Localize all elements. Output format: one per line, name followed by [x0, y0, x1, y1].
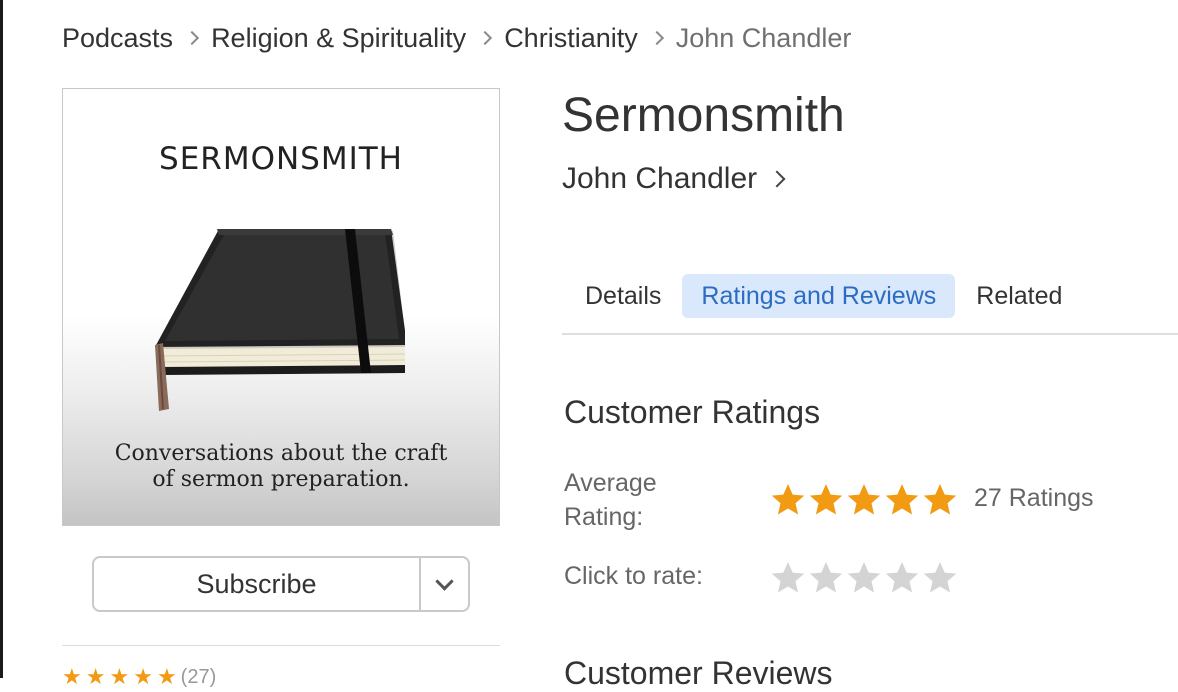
star-icon[interactable] — [808, 560, 844, 596]
chevron-right-icon — [768, 170, 786, 188]
star-icon[interactable] — [770, 560, 806, 596]
artist-link[interactable]: John Chandler — [562, 162, 786, 196]
chevron-right-icon — [652, 30, 662, 46]
subscribe-options-button[interactable] — [419, 558, 468, 610]
breadcrumb-podcasts[interactable]: Podcasts — [62, 23, 173, 54]
subscribe-control: Subscribe — [92, 556, 470, 612]
breadcrumb-current: John Chandler — [675, 22, 852, 53]
star-icon[interactable] — [922, 560, 958, 596]
click-to-rate-stars — [770, 560, 960, 596]
click-to-rate-label: Click to rate: — [564, 562, 703, 590]
tab-related[interactable]: Related — [957, 274, 1081, 318]
star-icon — [847, 484, 881, 515]
mini-rating: ★ ★ ★ ★ ★ (27) — [62, 664, 216, 690]
tab-details[interactable]: Details — [566, 274, 680, 318]
artwork-title: SERMONSMITH — [159, 141, 403, 177]
rating-count: 27 Ratings — [974, 484, 1094, 512]
star-icon: ★ — [109, 664, 130, 689]
customer-reviews-heading: Customer Reviews — [564, 655, 833, 691]
subscribe-button[interactable]: Subscribe — [94, 558, 419, 610]
podcast-artwork: SERMONSMITH Conversations about the craf… — [62, 88, 500, 526]
chevron-down-icon — [435, 571, 454, 591]
mini-rating-count: (27) — [180, 665, 217, 688]
notebook-illustration — [155, 229, 405, 411]
star-icon[interactable] — [846, 560, 882, 596]
podcast-title: Sermonsmith — [562, 89, 845, 142]
star-icon — [771, 484, 805, 515]
divider — [62, 645, 500, 646]
customer-ratings-heading: Customer Ratings — [564, 394, 821, 430]
star-icon — [809, 484, 843, 515]
star-icon: ★ — [133, 664, 153, 689]
tab-bar: Details Ratings and Reviews Related — [566, 274, 1083, 318]
artwork-caption-line1: Conversations about the craft — [114, 441, 448, 466]
average-rating-stars — [770, 482, 960, 518]
breadcrumb: Podcasts Religion & Spirituality Christi… — [62, 18, 851, 58]
star-icon: ★ — [85, 664, 106, 689]
artist-name: John Chandler — [562, 162, 758, 195]
chevron-right-icon — [480, 30, 490, 46]
tab-divider — [562, 333, 1178, 335]
breadcrumb-religion-spirituality[interactable]: Religion & Spirituality — [211, 23, 466, 54]
artwork-caption-line2: of sermon preparation. — [152, 467, 410, 492]
average-rating-label: Average Rating: — [564, 469, 657, 531]
window-left-edge — [0, 0, 3, 678]
star-icon: ★ — [156, 664, 177, 689]
chevron-right-icon — [187, 30, 197, 46]
star-icon[interactable] — [884, 560, 920, 596]
breadcrumb-christianity[interactable]: Christianity — [504, 23, 638, 54]
star-icon: ★ — [62, 664, 82, 689]
star-icon — [923, 484, 957, 515]
artwork-caption: Conversations about the craft of sermon … — [63, 441, 499, 493]
star-icon — [885, 484, 919, 515]
tab-ratings-and-reviews[interactable]: Ratings and Reviews — [682, 274, 956, 318]
